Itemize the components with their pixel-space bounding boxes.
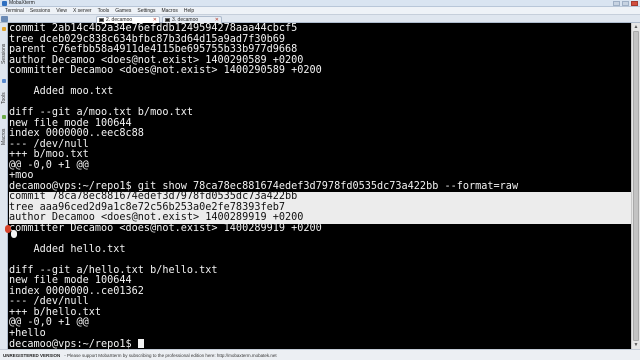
unregistered-label: UNREGISTERED VERSION bbox=[3, 352, 61, 358]
window-controls bbox=[613, 1, 638, 6]
status-bar: UNREGISTERED VERSION - Please support Mo… bbox=[0, 349, 640, 360]
menu-settings[interactable]: Settings bbox=[134, 7, 158, 15]
sidebar-tab-tools[interactable]: Tools bbox=[0, 87, 8, 109]
support-message[interactable]: - Please support MobaXterm by subscribin… bbox=[64, 353, 276, 358]
mobaxterm-logo-icon bbox=[2, 1, 7, 6]
menu-terminal[interactable]: Terminal bbox=[2, 7, 27, 15]
terminal-line: diff --git a/moo.txt b/moo.txt bbox=[9, 107, 194, 118]
terminal-line: +hello bbox=[9, 327, 46, 339]
terminal-line: commit 78ca78ec881674edef3d7978fd0535dc7… bbox=[9, 191, 631, 203]
terminal-output[interactable]: commit 2ab14c4b2a34e76efddb1249594278aaa… bbox=[9, 23, 631, 349]
terminal-icon bbox=[165, 18, 170, 22]
menu-tools[interactable]: Tools bbox=[95, 7, 113, 15]
menu-help[interactable]: Help bbox=[181, 7, 197, 15]
scrollbar-thumb[interactable] bbox=[633, 31, 639, 341]
terminal-scrollbar[interactable]: ▲ ▼ bbox=[631, 23, 640, 349]
tab-bar: 2. decamoo ✕ 3. decamoo ✕ bbox=[0, 15, 640, 23]
tab-session-3[interactable]: 3. decamoo ✕ bbox=[162, 16, 222, 23]
terminal-line: @@ -0,0 +1 @@ bbox=[9, 159, 89, 171]
menu-view[interactable]: View bbox=[53, 7, 70, 15]
terminal-line: +++ b/hello.txt bbox=[9, 306, 102, 318]
terminal-line: author Decamoo <does@not.exist> 14002899… bbox=[9, 212, 631, 224]
menu-bar: Terminal Sessions View X server Tools Ga… bbox=[0, 7, 640, 15]
menu-sessions[interactable]: Sessions bbox=[27, 7, 53, 15]
menu-x-server[interactable]: X server bbox=[70, 7, 95, 15]
terminal-line: index 0000000..eec8c88 bbox=[9, 128, 144, 139]
shell-prompt: decamoo@vps:~/repo1$ bbox=[9, 339, 138, 349]
terminal-line: committer Decamoo <does@not.exist> 14002… bbox=[9, 65, 322, 76]
terminal-line: --- /dev/null bbox=[9, 138, 89, 150]
menu-macros[interactable]: Macros bbox=[158, 7, 180, 15]
scroll-up-arrow-icon[interactable]: ▲ bbox=[633, 24, 639, 30]
terminal-line: new file mode 100644 bbox=[9, 275, 132, 286]
sidebar-tab-sessions[interactable]: Sessions bbox=[0, 35, 8, 73]
terminal-line: commit 2ab14c4b2a34e76efddb1249594278aaa… bbox=[9, 23, 298, 34]
sidebar-tab-macros[interactable]: Macros bbox=[0, 123, 8, 151]
close-window-button[interactable] bbox=[631, 1, 638, 6]
tools-icon[interactable] bbox=[2, 79, 6, 83]
home-tab-icon[interactable] bbox=[1, 16, 8, 22]
terminal-prompt-line[interactable]: decamoo@vps:~/repo1$ bbox=[9, 339, 631, 349]
left-sidebar: Sessions Tools Macros bbox=[0, 23, 8, 349]
terminal-icon bbox=[99, 18, 104, 22]
terminal-line: Added hello.txt bbox=[9, 243, 126, 255]
scroll-down-arrow-icon[interactable]: ▼ bbox=[633, 342, 639, 348]
mouse-pointer-icon bbox=[11, 230, 17, 238]
macros-icon[interactable] bbox=[2, 115, 6, 119]
terminal-line: @@ -0,0 +1 @@ bbox=[9, 317, 89, 328]
terminal-line: +moo bbox=[9, 170, 34, 181]
terminal-line: committer Decamoo <does@not.exist> 14002… bbox=[9, 222, 322, 234]
terminal-line: Added moo.txt bbox=[9, 86, 114, 97]
menu-games[interactable]: Games bbox=[112, 7, 134, 15]
minimize-button[interactable] bbox=[613, 1, 620, 6]
terminal-line: index 0000000..ce01362 bbox=[9, 285, 144, 297]
terminal-line: +++ b/moo.txt bbox=[9, 149, 89, 160]
maximize-button[interactable] bbox=[622, 1, 629, 6]
star-icon[interactable] bbox=[2, 27, 6, 31]
terminal-line: --- /dev/null bbox=[9, 296, 89, 307]
tab-session-2[interactable]: 2. decamoo ✕ bbox=[96, 16, 160, 23]
text-cursor bbox=[137, 339, 144, 348]
terminal-line: parent c76efbb58a4911de4115be695755b33b9… bbox=[9, 44, 298, 55]
